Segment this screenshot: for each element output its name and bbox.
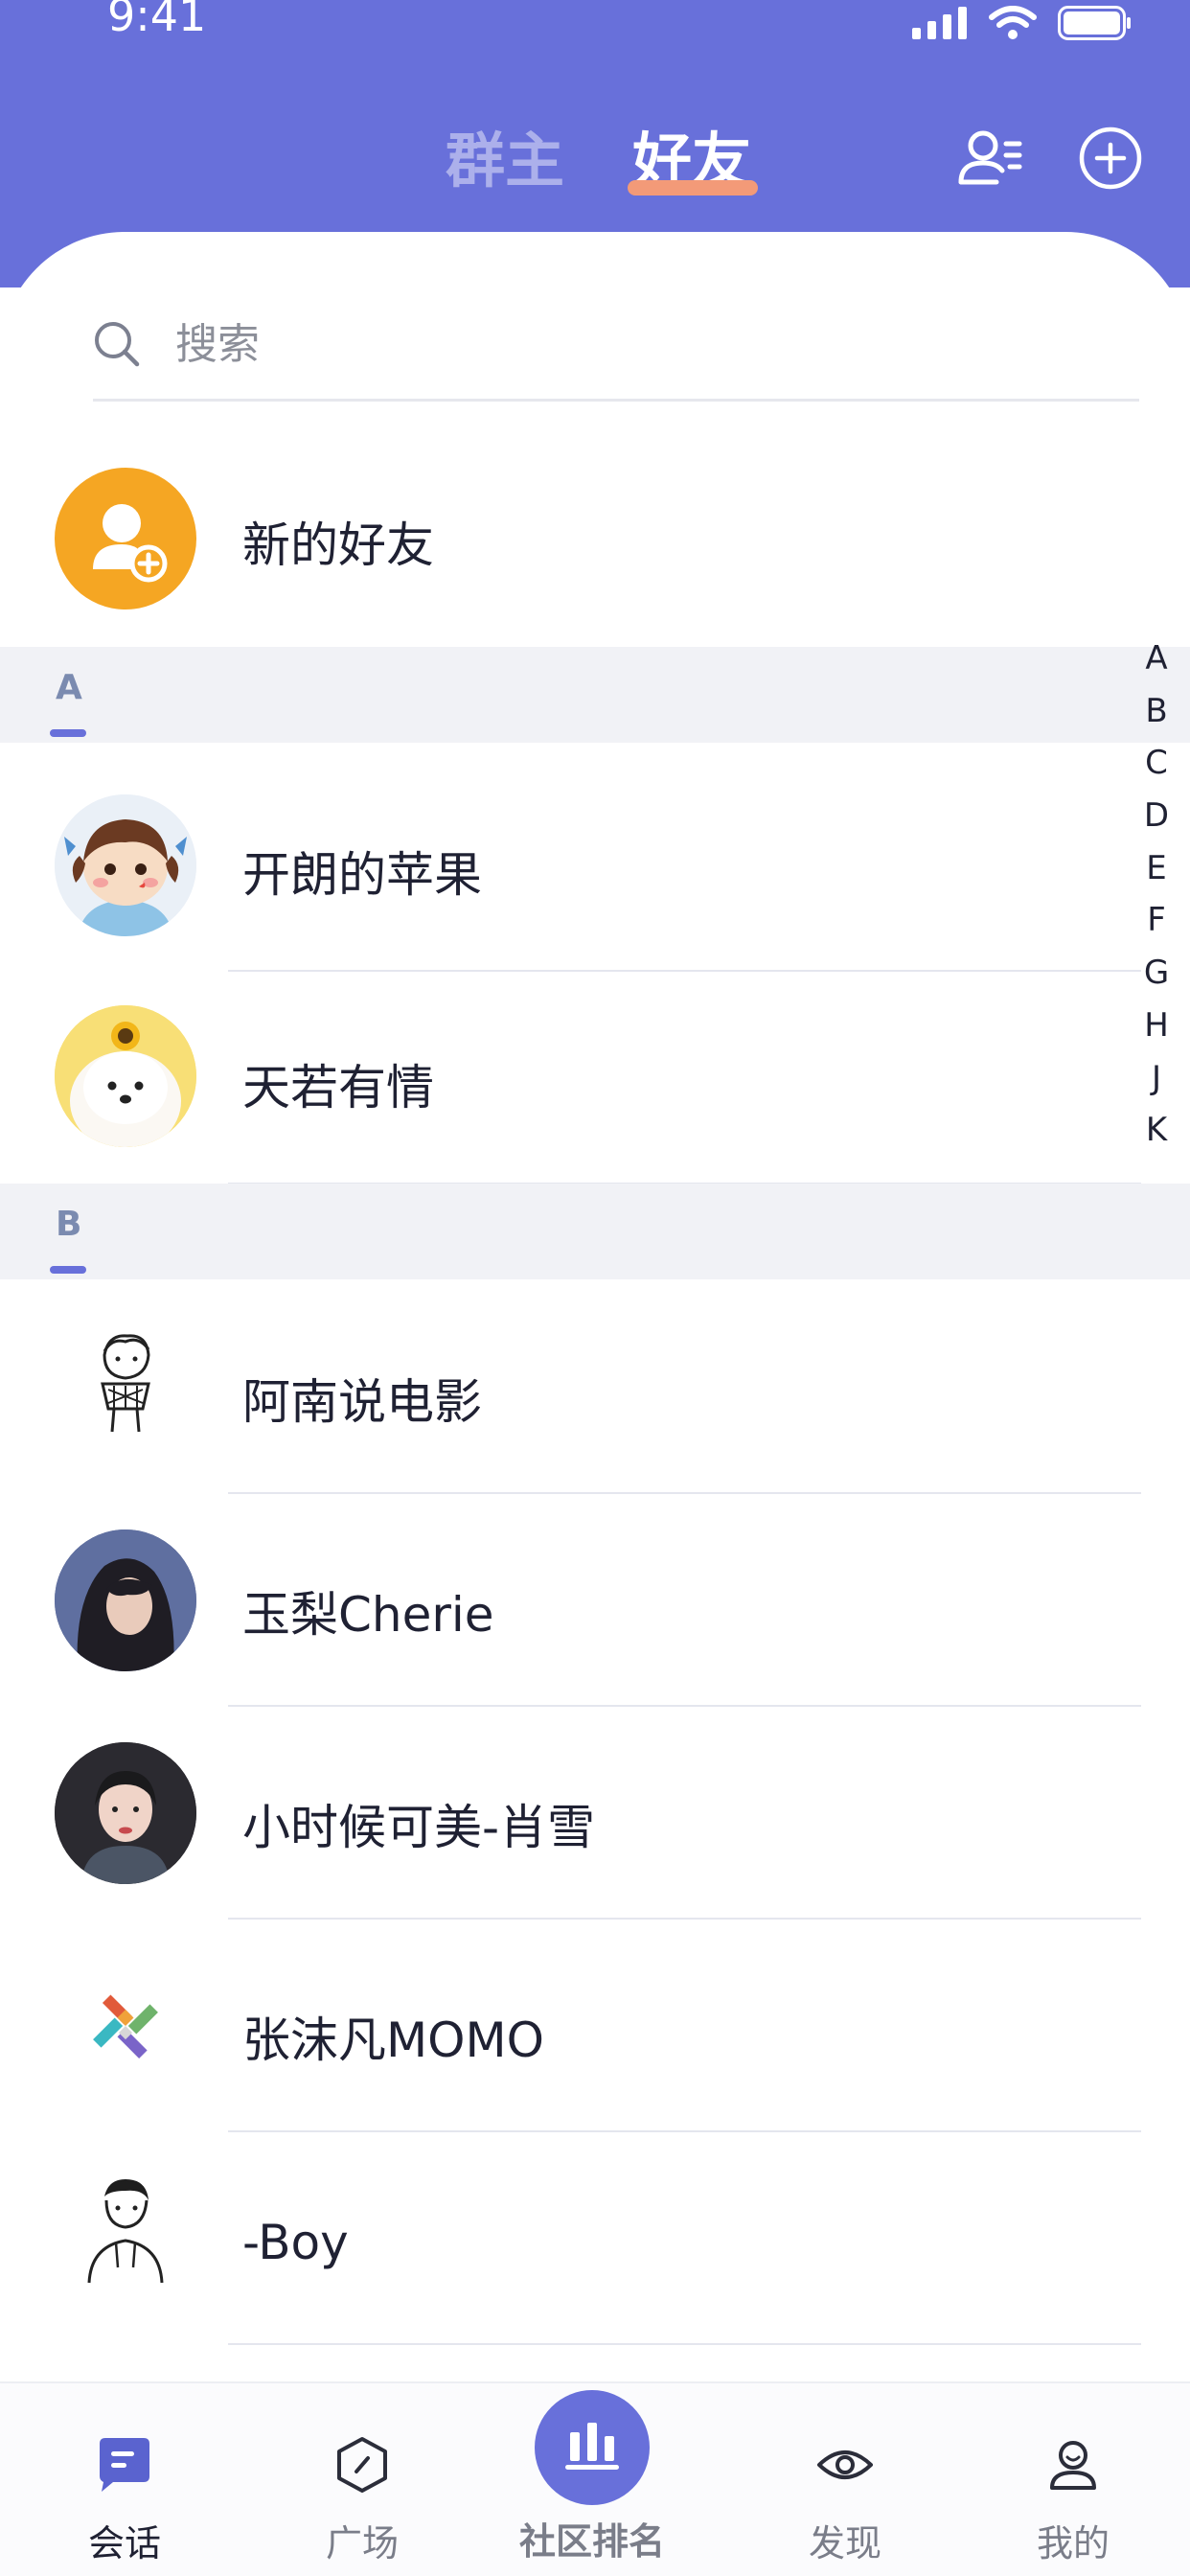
section-letter: A [56, 668, 82, 707]
contact-row[interactable]: 小时候可美-肖雪 [0, 1705, 1190, 1920]
sketch-boy-avatar [55, 2168, 196, 2310]
status-icons [912, 4, 1133, 42]
avatar [55, 1742, 196, 1884]
contacts-screen: 9:41 群主 好友 搜索 新的好友 A 开朗的苹果 天若有情 B 阿南说电影 … [0, 0, 1190, 2576]
contact-row[interactable]: -Boy [0, 2130, 1190, 2345]
avatar [55, 1955, 196, 2097]
index-letter-d[interactable]: D [1133, 790, 1180, 842]
nav-chat-label: 会话 [87, 2522, 161, 2564]
row-divider [228, 2343, 1141, 2345]
index-letter-c[interactable]: C [1133, 737, 1180, 790]
section-indicator [50, 1266, 86, 1274]
signal-icon [912, 7, 967, 39]
add-friend-icon [93, 504, 168, 583]
contact-name: 开朗的苹果 [242, 847, 482, 903]
nav-mine-label: 我的 [1036, 2522, 1110, 2564]
eye-icon [817, 2450, 873, 2479]
contact-row[interactable]: 天若有情 [0, 971, 1190, 1184]
index-letter-h[interactable]: H [1133, 1000, 1180, 1052]
tab-group-owner[interactable]: 群主 [446, 113, 564, 209]
dog-sunflower-avatar [55, 1005, 196, 1147]
active-tab-indicator [628, 180, 758, 196]
sketch-boy-avatar [55, 1317, 196, 1459]
geometric-logo-avatar [55, 1955, 196, 2097]
nav-ranking-button[interactable] [535, 2390, 650, 2505]
index-letter-e[interactable]: E [1133, 842, 1180, 895]
contact-row[interactable]: 张沫凡MOMO [0, 1918, 1190, 2132]
index-letter-a[interactable]: A [1133, 632, 1180, 685]
nav-square-label: 广场 [325, 2522, 399, 2564]
section-indicator [50, 729, 86, 737]
search-icon [95, 322, 140, 367]
contact-name: 天若有情 [242, 1060, 434, 1116]
index-letter-f[interactable]: F [1133, 894, 1180, 947]
contact-name: -Boy [242, 2215, 349, 2270]
portrait-avatar [55, 1530, 196, 1671]
index-letter-b[interactable]: B [1133, 685, 1180, 738]
contacts-button[interactable] [956, 125, 1023, 192]
new-friends-row[interactable]: 新的好友 [0, 465, 1190, 647]
bar-chart-icon [565, 2423, 619, 2470]
nav-square[interactable]: 广场 [266, 2383, 458, 2576]
nav-discover-label: 发现 [808, 2522, 881, 2564]
contact-row[interactable]: 开朗的苹果 [0, 743, 1190, 972]
status-time: 9:41 [107, 0, 207, 41]
new-friends-label: 新的好友 [242, 518, 434, 573]
alphabet-index[interactable]: A B C D E F G H J K [1133, 632, 1180, 1157]
nav-mine[interactable]: 我的 [977, 2383, 1169, 2576]
nav-chat[interactable]: 会话 [29, 2383, 220, 2576]
new-friends-avatar [55, 468, 196, 610]
contact-name: 阿南说电影 [242, 1374, 482, 1430]
index-letter-j[interactable]: J [1133, 1052, 1180, 1105]
user-icon [1050, 2441, 1096, 2490]
chat-icon [100, 2438, 149, 2492]
section-header-b: B [0, 1184, 1190, 1279]
index-letter-k[interactable]: K [1133, 1104, 1180, 1157]
contacts-icon [958, 130, 1022, 185]
section-letter: B [56, 1205, 82, 1244]
index-letter-g[interactable]: G [1133, 947, 1180, 1000]
contact-row[interactable]: 玉梨Cherie [0, 1492, 1190, 1707]
avatar [55, 1530, 196, 1671]
avatar [55, 794, 196, 936]
contact-name: 张沫凡MOMO [242, 2012, 544, 2068]
contact-name: 玉梨Cherie [242, 1587, 494, 1643]
add-button[interactable] [1077, 125, 1144, 192]
search-bar[interactable]: 搜索 [93, 305, 1139, 402]
avatar [55, 1005, 196, 1147]
wifi-icon [989, 6, 1037, 39]
avatar [55, 2168, 196, 2310]
section-header-a: A [0, 647, 1190, 743]
battery-icon [1058, 6, 1131, 40]
search-placeholder: 搜索 [175, 320, 260, 369]
nav-ranking-label[interactable]: 社区排名 [496, 2512, 688, 2564]
contact-row[interactable]: 阿南说电影 [0, 1279, 1190, 1494]
compass-icon [337, 2437, 387, 2493]
plus-circle-icon [1079, 126, 1142, 190]
portrait-avatar [55, 1742, 196, 1884]
nav-discover[interactable]: 发现 [749, 2383, 941, 2576]
cartoon-girl-avatar [55, 794, 196, 936]
avatar [55, 1317, 196, 1459]
contact-name: 小时候可美-肖雪 [242, 1800, 596, 1855]
